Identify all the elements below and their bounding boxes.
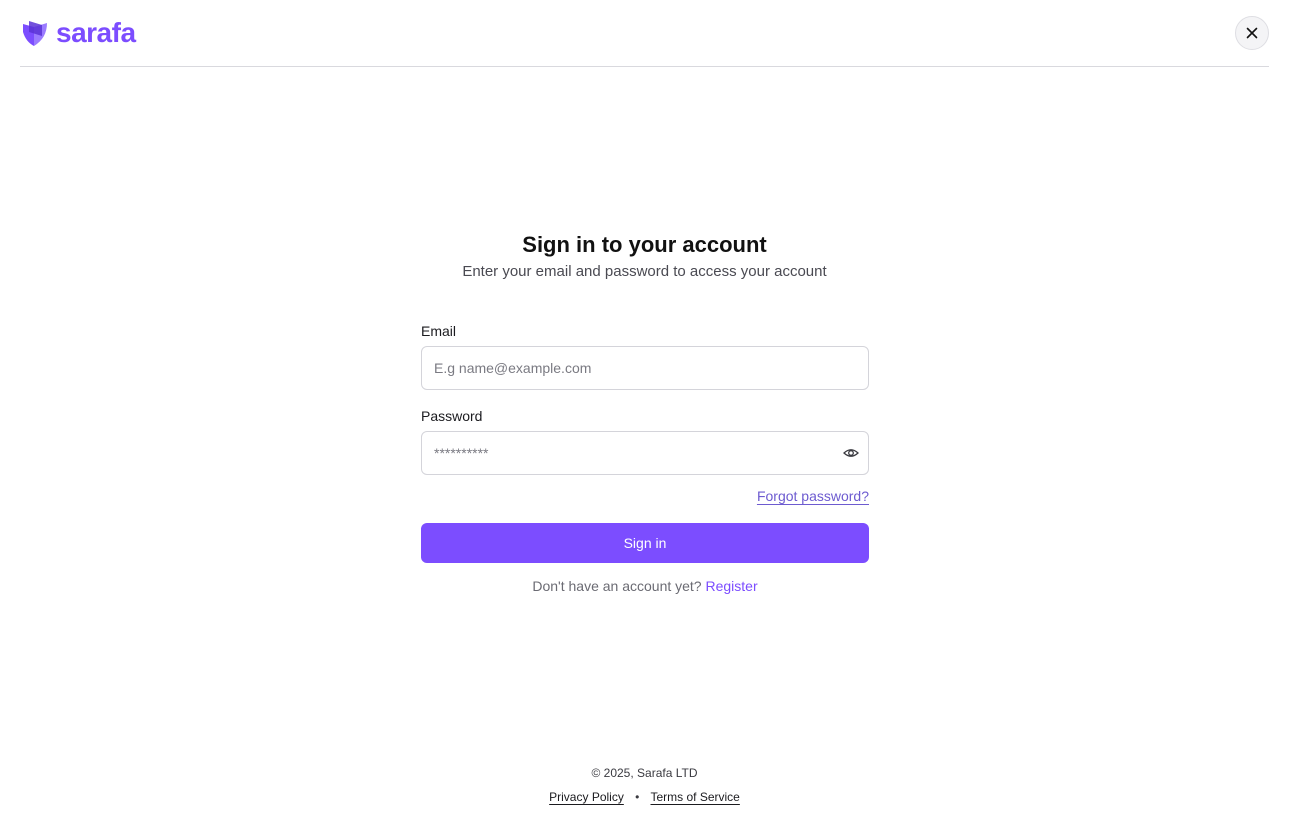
close-icon xyxy=(1246,27,1258,39)
register-row: Don't have an account yet? Register xyxy=(421,577,869,595)
sign-in-form: Email Password Forgot password? Sign in … xyxy=(421,322,869,595)
brand-name: sarafa xyxy=(56,17,136,48)
copyright: © 2025, Sarafa LTD xyxy=(591,766,698,780)
email-field-wrapper xyxy=(421,346,869,390)
sarafa-logo-icon xyxy=(23,21,47,46)
email-label: Email xyxy=(421,323,457,339)
register-link[interactable]: Register xyxy=(705,578,757,594)
email-field[interactable] xyxy=(421,346,869,390)
privacy-policy-link[interactable]: Privacy Policy xyxy=(549,790,624,804)
page-subtitle: Enter your email and password to access … xyxy=(462,263,827,280)
brand-logo[interactable]: sarafa xyxy=(20,17,136,49)
footer-links: Privacy Policy • Terms of Service xyxy=(0,789,1289,805)
password-field[interactable] xyxy=(421,431,869,475)
forgot-password-link[interactable]: Forgot password? xyxy=(757,488,869,504)
page-title: Sign in to your account xyxy=(522,232,767,257)
close-button[interactable] xyxy=(1235,16,1269,50)
sign-in-button[interactable]: Sign in xyxy=(421,523,869,563)
forgot-password-row: Forgot password? xyxy=(421,488,869,508)
register-prompt: Don't have an account yet? xyxy=(532,578,706,594)
eye-icon[interactable] xyxy=(843,445,859,461)
password-field-wrapper xyxy=(421,431,869,475)
password-label: Password xyxy=(421,408,483,424)
footer-separator: • xyxy=(635,790,640,804)
terms-of-service-link[interactable]: Terms of Service xyxy=(651,790,740,804)
top-bar: sarafa xyxy=(20,0,1269,67)
